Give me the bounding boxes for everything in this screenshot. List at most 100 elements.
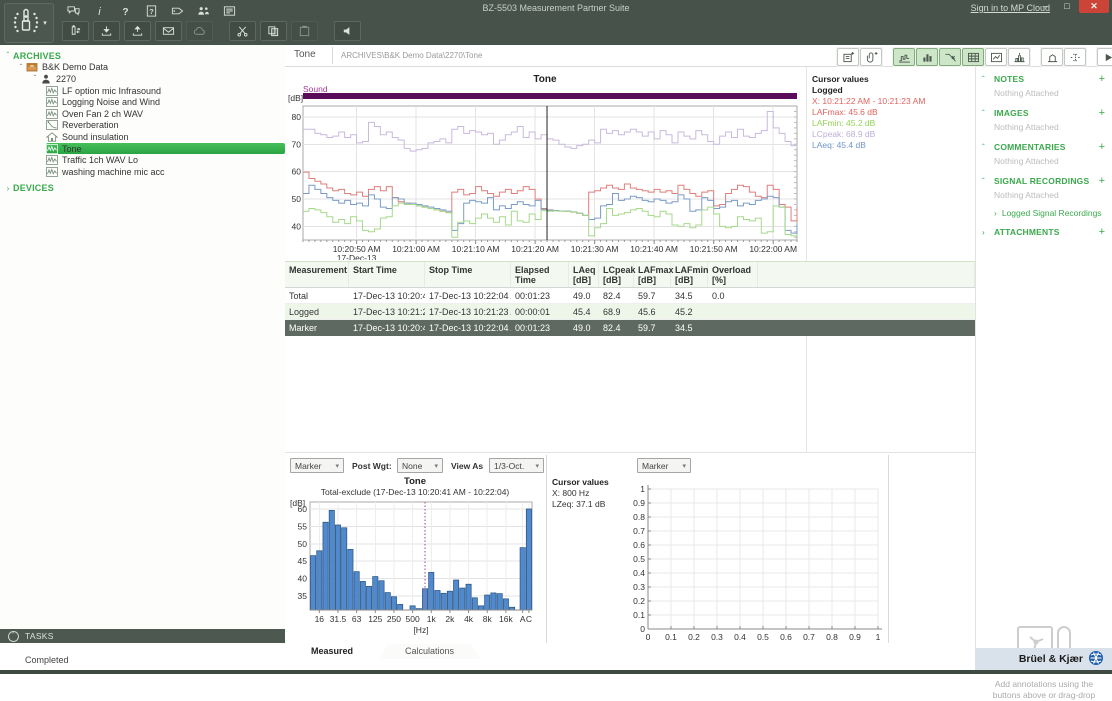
spectrum-bar-4k[interactable]: [466, 584, 471, 610]
tab-calculations[interactable]: Calculations: [379, 644, 480, 659]
spectrum-bar-8k[interactable]: [485, 595, 490, 610]
instrument-transfer-button[interactable]: [62, 21, 89, 41]
info-icon[interactable]: i: [92, 4, 107, 17]
spectrum-bar-25[interactable]: [329, 510, 334, 610]
tree-node-archive[interactable]: ˆ B&K Demo Data: [0, 62, 285, 74]
spectrum-bar-3.15k[interactable]: [460, 588, 465, 610]
spectrum-bar-12.5k[interactable]: [497, 594, 502, 610]
section-notes[interactable]: ˆNOTES+: [976, 67, 1112, 85]
tree-item-lf-option-mic-infrasound[interactable]: LF option mic Infrasound: [46, 85, 285, 97]
table-header-cell[interactable]: Elapsed Time: [511, 262, 569, 287]
paste-button[interactable]: [291, 21, 318, 41]
add-note-button[interactable]: [837, 48, 859, 66]
distribution-button[interactable]: [1008, 48, 1030, 66]
tree-node-devices[interactable]: › DEVICES: [0, 183, 285, 195]
chevron-down-icon[interactable]: ˆ: [3, 51, 13, 60]
spectrum-bar-1.25k[interactable]: [435, 590, 440, 610]
add-attachment-button[interactable]: [860, 48, 882, 66]
post-wgt-select[interactable]: None▾: [397, 458, 443, 473]
spectrum-bar-31.5[interactable]: [335, 525, 340, 610]
section-attachments[interactable]: ›ATTACHMENTS+: [976, 220, 1112, 238]
table-view-button[interactable]: [962, 48, 984, 66]
tree-item-logging-noise-and-wind[interactable]: Logging Noise and Wind: [46, 96, 285, 108]
add-images-button[interactable]: +: [1099, 109, 1105, 117]
download-button[interactable]: [93, 21, 120, 41]
spectrum-bar-800[interactable]: [422, 589, 427, 610]
email-button[interactable]: [155, 21, 182, 41]
tree-item-traffic-1ch-wav-lo[interactable]: Traffic 1ch WAV Lo: [46, 154, 285, 166]
logged-signal-recordings-link[interactable]: ›Logged Signal Recordings: [976, 203, 1112, 220]
table-header-cell[interactable]: LCpeak [dB]: [599, 262, 634, 287]
spectrum-bar-40[interactable]: [342, 528, 347, 610]
spectrum-bar-6.3k[interactable]: [478, 606, 483, 610]
section-commentaries[interactable]: ˆCOMMENTARIES+: [976, 135, 1112, 153]
table-header-cell[interactable]: Stop Time: [425, 262, 511, 287]
spectrum-bar-160[interactable]: [379, 581, 384, 610]
chevron-right-icon[interactable]: ›: [3, 184, 13, 193]
profile-chart-svg[interactable]: 4050607080[dB]10:20:50 AM10:21:00 AM10:2…: [288, 92, 805, 260]
spectrum-bar-100[interactable]: [366, 586, 371, 610]
chevron-down-icon[interactable]: ˆ: [982, 143, 994, 152]
spectrum-bar-5k[interactable]: [472, 598, 477, 610]
spectrum-bar-125[interactable]: [373, 577, 378, 610]
add-commentaries-button[interactable]: +: [1099, 143, 1105, 151]
table-header-cell[interactable]: Measurement: [285, 262, 349, 287]
table-row-marker[interactable]: Marker17-Dec-13 10:20:41 AM17-Dec-13 10:…: [285, 320, 975, 336]
restore-icon[interactable]: □: [1057, 0, 1077, 13]
tree-item-oven-fan-2-ch-wav[interactable]: Oven Fan 2 ch WAV: [46, 108, 285, 120]
marker-add-button[interactable]: [1041, 48, 1063, 66]
table-header-cell[interactable]: Start Time: [349, 262, 425, 287]
table-header-cell[interactable]: LAeq [dB]: [569, 262, 599, 287]
copy-button[interactable]: [260, 21, 287, 41]
spectrum-bar-16k[interactable]: [503, 599, 508, 610]
tree-node-device[interactable]: ˆ 2270: [0, 73, 285, 85]
sound-marker-bar[interactable]: [303, 93, 797, 99]
profile-chart-button[interactable]: [893, 48, 915, 66]
section-signal-recordings[interactable]: ˆSIGNAL RECORDINGS+: [976, 169, 1112, 187]
spectrum-bar-2k[interactable]: [447, 591, 452, 610]
table-row-logged[interactable]: Logged17-Dec-13 10:21:22 AM17-Dec-13 10:…: [285, 304, 975, 320]
section-images[interactable]: ˆIMAGES+: [976, 101, 1112, 119]
tree-item-reverberation[interactable]: Reverberation: [46, 120, 285, 132]
tab-tone[interactable]: Tone: [294, 49, 316, 60]
news-icon[interactable]: [222, 4, 237, 17]
bar-chart-button[interactable]: [916, 48, 938, 66]
chevron-down-icon[interactable]: ˆ: [16, 63, 26, 72]
cloud-button[interactable]: [186, 21, 213, 41]
spectrum-bar-10k[interactable]: [491, 593, 496, 610]
marker-edit-button[interactable]: [1064, 48, 1086, 66]
feedback-icon[interactable]: [66, 4, 81, 17]
spectrum-bar-500[interactable]: [410, 606, 415, 610]
users-icon[interactable]: [196, 4, 211, 17]
spectrum-bar-63[interactable]: [354, 572, 359, 610]
minimize-icon[interactable]: –: [1035, 0, 1055, 13]
spectrum-chart-svg[interactable]: 354045505560[dB]1631.5631252505001k2k4k8…: [288, 498, 544, 638]
tree-item-tone[interactable]: Tone: [46, 143, 285, 155]
marker-select[interactable]: Marker▾: [290, 458, 344, 473]
spectrum-bar-50[interactable]: [348, 549, 353, 610]
spectrum-bar-315[interactable]: [398, 604, 403, 610]
table-header-cell[interactable]: LAFmin [dB]: [671, 262, 708, 287]
speaker-button[interactable]: [334, 21, 361, 41]
app-logo-menu[interactable]: ▾: [4, 3, 54, 43]
spectrum-bar-200[interactable]: [385, 593, 390, 610]
spectrum-bar-20[interactable]: [323, 522, 328, 610]
close-icon[interactable]: ✕: [1079, 0, 1109, 13]
spectrum-bar-80[interactable]: [360, 581, 365, 610]
play-button[interactable]: [1097, 48, 1112, 66]
add-notes-button[interactable]: +: [1099, 75, 1105, 83]
chevron-right-icon[interactable]: ›: [982, 228, 994, 237]
chevron-down-icon[interactable]: ˆ: [982, 109, 994, 118]
tree-item-sound-insulation[interactable]: Sound insulation: [46, 131, 285, 143]
help-icon[interactable]: ?: [118, 4, 133, 17]
chart-window-button[interactable]: [985, 48, 1007, 66]
decay-chart-button[interactable]: [939, 48, 961, 66]
tree-item-washing-machine-mic-acc[interactable]: washing machine mic acc: [46, 166, 285, 178]
spectrum-bar-12.5[interactable]: [310, 556, 315, 610]
view-as-select[interactable]: 1/3-Oct.▾: [489, 458, 544, 473]
chevron-down-icon[interactable]: ˆ: [30, 74, 40, 83]
add-attachments-button[interactable]: +: [1099, 228, 1105, 236]
spectrum-bar-1k[interactable]: [429, 572, 434, 610]
spectrum-bar-C[interactable]: [526, 509, 531, 610]
upload-button[interactable]: [124, 21, 151, 41]
